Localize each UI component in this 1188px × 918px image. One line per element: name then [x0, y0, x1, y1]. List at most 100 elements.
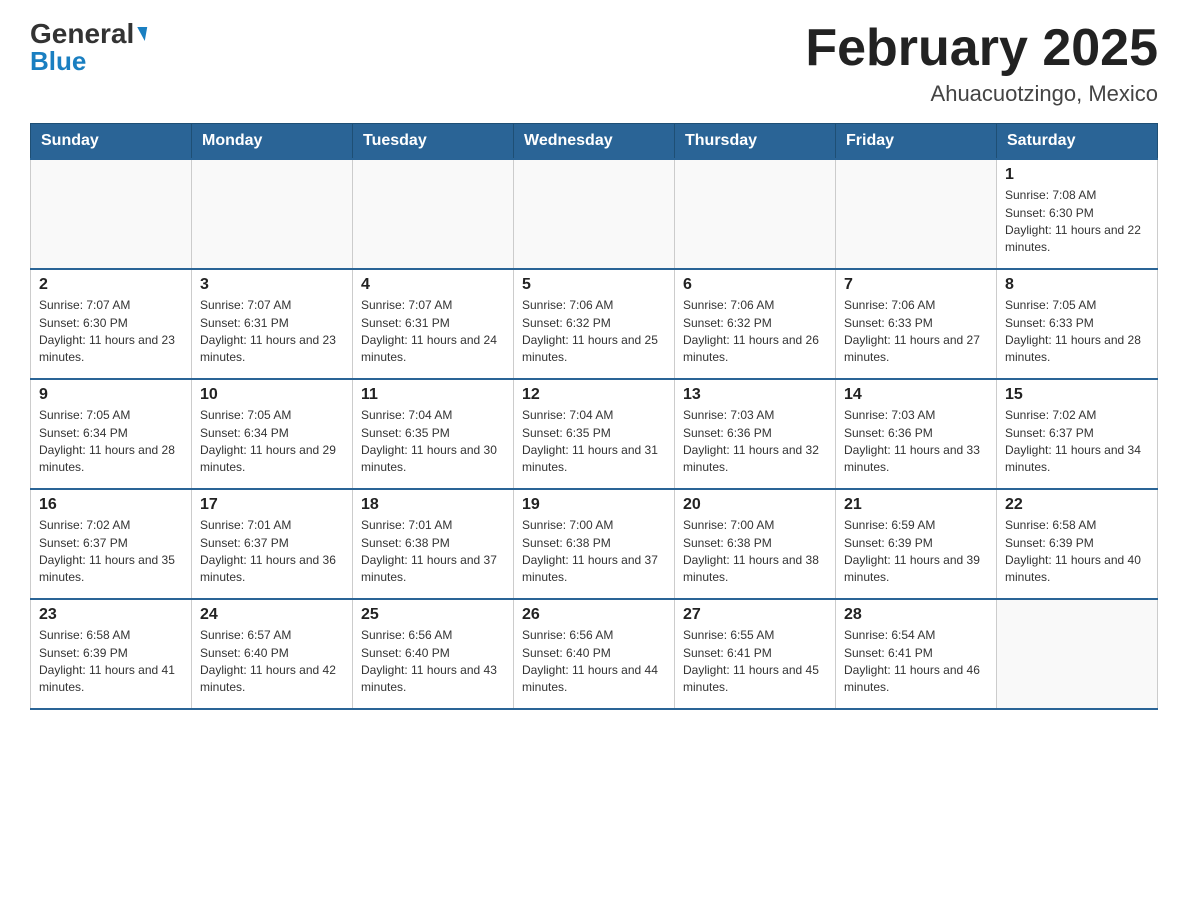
- day-info: Sunrise: 7:04 AMSunset: 6:35 PMDaylight:…: [522, 407, 666, 477]
- title-block: February 2025 Ahuacuotzingo, Mexico: [805, 20, 1158, 107]
- day-number: 15: [1005, 386, 1149, 404]
- day-info: Sunrise: 6:55 AMSunset: 6:41 PMDaylight:…: [683, 627, 827, 697]
- day-number: 3: [200, 276, 344, 294]
- calendar-cell: 27 Sunrise: 6:55 AMSunset: 6:41 PMDayligh…: [675, 599, 836, 709]
- day-number: 11: [361, 386, 505, 404]
- calendar-cell: 10 Sunrise: 7:05 AMSunset: 6:34 PMDayligh…: [192, 379, 353, 489]
- calendar-week-3: 9 Sunrise: 7:05 AMSunset: 6:34 PMDaylight…: [31, 379, 1158, 489]
- calendar-cell: [31, 159, 192, 269]
- day-number: 2: [39, 276, 183, 294]
- day-info: Sunrise: 7:03 AMSunset: 6:36 PMDaylight:…: [683, 407, 827, 477]
- day-info: Sunrise: 7:01 AMSunset: 6:38 PMDaylight:…: [361, 517, 505, 587]
- calendar-cell: 22 Sunrise: 6:58 AMSunset: 6:39 PMDayligh…: [997, 489, 1158, 599]
- calendar-cell: [997, 599, 1158, 709]
- day-number: 10: [200, 386, 344, 404]
- calendar-cell: 5Sunrise: 7:06 AMSunset: 6:32 PMDaylight…: [514, 269, 675, 379]
- calendar-week-2: 2 Sunrise: 7:07 AMSunset: 6:30 PMDaylight…: [31, 269, 1158, 379]
- calendar-cell: 24Sunrise: 6:57 AMSunset: 6:40 PMDayligh…: [192, 599, 353, 709]
- calendar-cell: 7 Sunrise: 7:06 AMSunset: 6:33 PMDaylight…: [836, 269, 997, 379]
- calendar-table: SundayMondayTuesdayWednesdayThursdayFrid…: [30, 123, 1158, 710]
- calendar-cell: 16Sunrise: 7:02 AMSunset: 6:37 PMDayligh…: [31, 489, 192, 599]
- day-number: 1: [1005, 166, 1149, 184]
- day-info: Sunrise: 7:06 AMSunset: 6:32 PMDaylight:…: [522, 297, 666, 367]
- day-number: 14: [844, 386, 988, 404]
- day-info: Sunrise: 7:00 AMSunset: 6:38 PMDaylight:…: [683, 517, 827, 587]
- calendar-cell: 2 Sunrise: 7:07 AMSunset: 6:30 PMDaylight…: [31, 269, 192, 379]
- day-info: Sunrise: 7:07 AMSunset: 6:31 PMDaylight:…: [361, 297, 505, 367]
- weekday-header-monday: Monday: [192, 124, 353, 160]
- day-number: 18: [361, 496, 505, 514]
- day-info: Sunrise: 7:06 AMSunset: 6:32 PMDaylight:…: [683, 297, 827, 367]
- calendar-cell: 13 Sunrise: 7:03 AMSunset: 6:36 PMDayligh…: [675, 379, 836, 489]
- location: Ahuacuotzingo, Mexico: [805, 81, 1158, 107]
- day-number: 17: [200, 496, 344, 514]
- calendar-cell: 21 Sunrise: 6:59 AMSunset: 6:39 PMDayligh…: [836, 489, 997, 599]
- day-info: Sunrise: 6:59 AMSunset: 6:39 PMDaylight:…: [844, 517, 988, 587]
- logo-general: General: [30, 20, 134, 48]
- calendar-cell: 11 Sunrise: 7:04 AMSunset: 6:35 PMDayligh…: [353, 379, 514, 489]
- weekday-header-tuesday: Tuesday: [353, 124, 514, 160]
- calendar-cell: [192, 159, 353, 269]
- calendar-cell: [353, 159, 514, 269]
- day-info: Sunrise: 7:05 AMSunset: 6:34 PMDaylight:…: [39, 407, 183, 477]
- calendar-week-4: 16Sunrise: 7:02 AMSunset: 6:37 PMDayligh…: [31, 489, 1158, 599]
- day-info: Sunrise: 7:05 AMSunset: 6:34 PMDaylight:…: [200, 407, 344, 477]
- logo-blue: Blue: [30, 46, 86, 77]
- calendar-cell: 28Sunrise: 6:54 AMSunset: 6:41 PMDayligh…: [836, 599, 997, 709]
- weekday-header-wednesday: Wednesday: [514, 124, 675, 160]
- day-number: 25: [361, 606, 505, 624]
- calendar-cell: 20 Sunrise: 7:00 AMSunset: 6:38 PMDayligh…: [675, 489, 836, 599]
- day-number: 6: [683, 276, 827, 294]
- weekday-header-sunday: Sunday: [31, 124, 192, 160]
- calendar-cell: 19 Sunrise: 7:00 AMSunset: 6:38 PMDayligh…: [514, 489, 675, 599]
- day-info: Sunrise: 6:58 AMSunset: 6:39 PMDaylight:…: [39, 627, 183, 697]
- calendar-cell: 8 Sunrise: 7:05 AMSunset: 6:33 PMDaylight…: [997, 269, 1158, 379]
- calendar-cell: 23 Sunrise: 6:58 AMSunset: 6:39 PMDayligh…: [31, 599, 192, 709]
- day-info: Sunrise: 7:02 AMSunset: 6:37 PMDaylight:…: [1005, 407, 1149, 477]
- calendar-cell: 17 Sunrise: 7:01 AMSunset: 6:37 PMDayligh…: [192, 489, 353, 599]
- calendar-cell: [836, 159, 997, 269]
- day-number: 13: [683, 386, 827, 404]
- day-number: 4: [361, 276, 505, 294]
- calendar-cell: 1 Sunrise: 7:08 AMSunset: 6:30 PMDaylight…: [997, 159, 1158, 269]
- day-info: Sunrise: 6:54 AMSunset: 6:41 PMDaylight:…: [844, 627, 988, 697]
- calendar-cell: [675, 159, 836, 269]
- day-number: 27: [683, 606, 827, 624]
- day-info: Sunrise: 6:56 AMSunset: 6:40 PMDaylight:…: [522, 627, 666, 697]
- calendar-week-1: 1 Sunrise: 7:08 AMSunset: 6:30 PMDaylight…: [31, 159, 1158, 269]
- day-info: Sunrise: 7:02 AMSunset: 6:37 PMDaylight:…: [39, 517, 183, 587]
- day-info: Sunrise: 7:07 AMSunset: 6:31 PMDaylight:…: [200, 297, 344, 367]
- day-number: 20: [683, 496, 827, 514]
- day-number: 7: [844, 276, 988, 294]
- day-info: Sunrise: 7:07 AMSunset: 6:30 PMDaylight:…: [39, 297, 183, 367]
- calendar-cell: 18 Sunrise: 7:01 AMSunset: 6:38 PMDayligh…: [353, 489, 514, 599]
- calendar-cell: 4 Sunrise: 7:07 AMSunset: 6:31 PMDaylight…: [353, 269, 514, 379]
- day-number: 22: [1005, 496, 1149, 514]
- day-info: Sunrise: 7:00 AMSunset: 6:38 PMDaylight:…: [522, 517, 666, 587]
- day-info: Sunrise: 6:58 AMSunset: 6:39 PMDaylight:…: [1005, 517, 1149, 587]
- weekday-header-thursday: Thursday: [675, 124, 836, 160]
- calendar-cell: 14Sunrise: 7:03 AMSunset: 6:36 PMDayligh…: [836, 379, 997, 489]
- calendar-cell: 3 Sunrise: 7:07 AMSunset: 6:31 PMDaylight…: [192, 269, 353, 379]
- day-number: 19: [522, 496, 666, 514]
- month-title: February 2025: [805, 20, 1158, 77]
- weekday-header-friday: Friday: [836, 124, 997, 160]
- day-info: Sunrise: 7:01 AMSunset: 6:37 PMDaylight:…: [200, 517, 344, 587]
- weekday-header-row: SundayMondayTuesdayWednesdayThursdayFrid…: [31, 124, 1158, 160]
- day-number: 9: [39, 386, 183, 404]
- page-header: General Blue February 2025 Ahuacuotzingo…: [30, 20, 1158, 107]
- calendar-cell: 26 Sunrise: 6:56 AMSunset: 6:40 PMDayligh…: [514, 599, 675, 709]
- day-info: Sunrise: 7:05 AMSunset: 6:33 PMDaylight:…: [1005, 297, 1149, 367]
- day-info: Sunrise: 6:56 AMSunset: 6:40 PMDaylight:…: [361, 627, 505, 697]
- day-number: 8: [1005, 276, 1149, 294]
- calendar-cell: 9 Sunrise: 7:05 AMSunset: 6:34 PMDaylight…: [31, 379, 192, 489]
- day-info: Sunrise: 6:57 AMSunset: 6:40 PMDaylight:…: [200, 627, 344, 697]
- day-number: 21: [844, 496, 988, 514]
- day-number: 23: [39, 606, 183, 624]
- day-info: Sunrise: 7:08 AMSunset: 6:30 PMDaylight:…: [1005, 187, 1149, 257]
- day-number: 26: [522, 606, 666, 624]
- day-info: Sunrise: 7:06 AMSunset: 6:33 PMDaylight:…: [844, 297, 988, 367]
- calendar-cell: 12Sunrise: 7:04 AMSunset: 6:35 PMDayligh…: [514, 379, 675, 489]
- day-info: Sunrise: 7:04 AMSunset: 6:35 PMDaylight:…: [361, 407, 505, 477]
- calendar-cell: 25 Sunrise: 6:56 AMSunset: 6:40 PMDayligh…: [353, 599, 514, 709]
